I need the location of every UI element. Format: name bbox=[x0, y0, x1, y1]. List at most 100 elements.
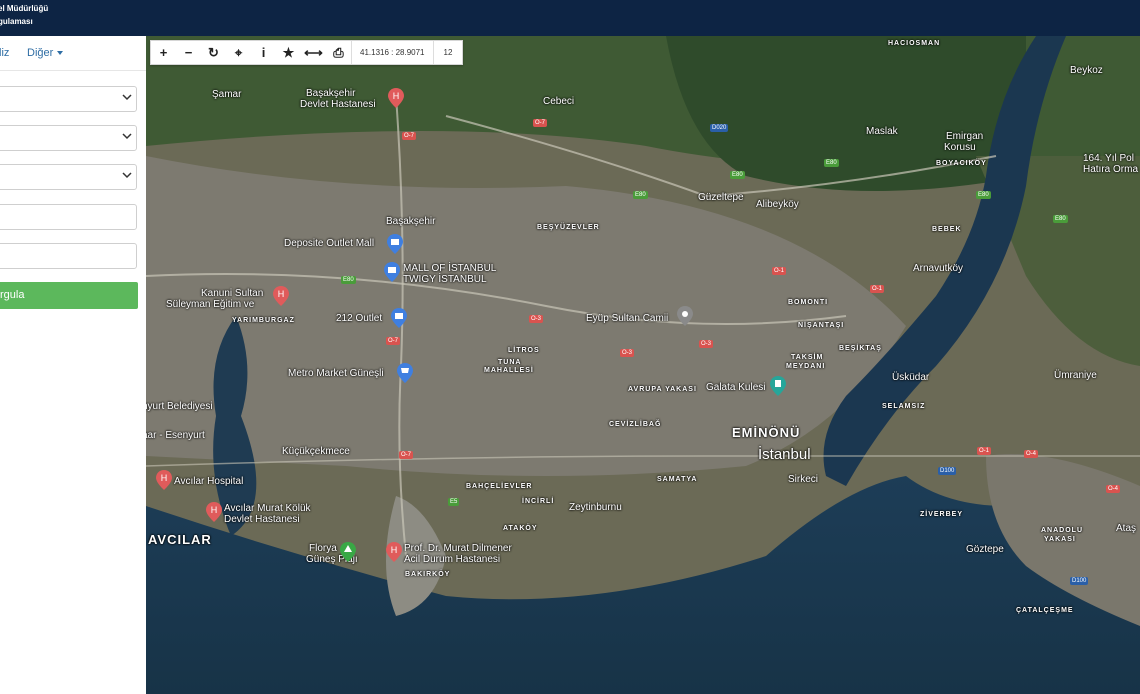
shopping-marker-icon[interactable] bbox=[391, 308, 407, 328]
shopping-marker-icon[interactable] bbox=[397, 363, 413, 383]
road-badge: E80 bbox=[730, 171, 745, 179]
hospital-marker-icon[interactable]: H bbox=[386, 542, 402, 562]
road-badge: O-7 bbox=[402, 132, 417, 140]
svg-text:H: H bbox=[161, 473, 168, 483]
map-label: Hatıra Orma bbox=[1083, 164, 1139, 175]
road-badge: O-4 bbox=[1106, 485, 1121, 493]
map-label: İstanbul bbox=[758, 446, 811, 463]
road-badge: D100 bbox=[938, 467, 957, 475]
map-label: Güzeltepe bbox=[698, 192, 744, 203]
map-label: Sirkeci bbox=[788, 474, 819, 485]
nav-item-diger[interactable]: Diğer bbox=[27, 47, 64, 59]
zoom-out-icon[interactable]: − bbox=[176, 41, 201, 64]
filter-select-2[interactable] bbox=[0, 125, 137, 151]
filter-input-2[interactable] bbox=[0, 243, 137, 269]
road-badge: E80 bbox=[633, 191, 648, 199]
map-label: TWIGY İSTANBUL bbox=[403, 274, 487, 285]
map-label: Devlet Hastanesi bbox=[300, 99, 376, 110]
road-badge: E80 bbox=[976, 191, 991, 199]
map-label: TAKSİM bbox=[791, 354, 824, 361]
coordinate-readout: 41.1316 : 28.9071 bbox=[351, 41, 433, 64]
map-label: Eyüp Sultan Camii bbox=[586, 313, 669, 324]
road-badge: E80 bbox=[824, 159, 839, 167]
star-icon[interactable]: ★ bbox=[276, 41, 301, 64]
top-header-bar: el Müdürlüğü gulaması bbox=[0, 0, 1140, 36]
map-label: Başakşehir bbox=[306, 88, 356, 99]
road-badge: O-3 bbox=[529, 315, 544, 323]
map-label: Maslak bbox=[866, 126, 898, 137]
map-label: İNCİRLİ bbox=[522, 498, 555, 505]
road-badge: O-7 bbox=[533, 119, 548, 127]
map-label: BEŞİKTAŞ bbox=[839, 345, 882, 352]
measure-icon[interactable]: ⟷ bbox=[301, 41, 326, 64]
info-icon[interactable]: i bbox=[251, 41, 276, 64]
map-label: LİTROS bbox=[508, 347, 540, 354]
zoom-level: 12 bbox=[432, 41, 463, 64]
hospital-marker-icon[interactable]: H bbox=[273, 286, 289, 306]
map-label: Korusu bbox=[944, 142, 976, 153]
road-badge: E80 bbox=[341, 276, 356, 284]
park-marker-icon[interactable] bbox=[340, 542, 356, 562]
map-label: HACIOSMAN bbox=[888, 40, 941, 47]
map-label: Ataş bbox=[1116, 523, 1137, 534]
shopping-marker-icon[interactable] bbox=[387, 234, 403, 254]
map-label: Küçükçekmece bbox=[282, 446, 350, 457]
chevron-down-icon bbox=[122, 172, 132, 179]
map-label: Cebeci bbox=[543, 96, 575, 107]
print-icon[interactable]: ⎙ bbox=[326, 41, 351, 64]
chevron-down-icon bbox=[122, 94, 132, 101]
zoom-in-icon[interactable]: + bbox=[151, 41, 176, 64]
map-label: 212 Outlet bbox=[336, 313, 383, 324]
road-badge: E80 bbox=[1053, 215, 1068, 223]
map-label: Devlet Hastanesi bbox=[224, 514, 300, 525]
map-label: MAHALLESİ bbox=[484, 367, 534, 374]
road-badge: O-3 bbox=[620, 349, 635, 357]
map-view[interactable]: + − ↻ ⌖ i ★ ⟷ ⎙ 41.1316 : 28.9071 12 Şam… bbox=[146, 36, 1140, 694]
map-label: Beykoz bbox=[1070, 65, 1103, 76]
nav-item-liz[interactable]: liz bbox=[0, 47, 9, 59]
map-label: AVRUPA YAKASI bbox=[628, 386, 697, 393]
filter-select-3[interactable] bbox=[0, 164, 137, 190]
mosque-marker-icon[interactable] bbox=[677, 306, 693, 326]
svg-text:H: H bbox=[278, 289, 285, 299]
map-label: EMİNÖNÜ bbox=[732, 425, 801, 440]
map-label: Zeytinburnu bbox=[569, 502, 622, 513]
map-label: BAHÇELİEVLER bbox=[466, 483, 533, 490]
road-badge: O-1 bbox=[870, 285, 885, 293]
hospital-marker-icon[interactable]: H bbox=[206, 502, 222, 522]
map-label: ATAKÖY bbox=[503, 525, 538, 532]
refresh-icon[interactable]: ↻ bbox=[201, 41, 226, 64]
map-label: MALL OF İSTANBUL bbox=[403, 263, 497, 274]
map-label: YARIMBURGAZ bbox=[232, 317, 295, 324]
locate-icon[interactable]: ⌖ bbox=[226, 41, 251, 64]
nav-item-diger-label: Diğer bbox=[27, 47, 54, 59]
sidebar-nav: liz Diğer bbox=[0, 36, 146, 71]
caret-down-icon bbox=[57, 51, 64, 56]
header-title-line2: gulaması bbox=[0, 17, 33, 26]
hospital-marker-icon[interactable]: H bbox=[156, 470, 172, 490]
chevron-down-icon bbox=[122, 133, 132, 140]
landmark-marker-icon[interactable] bbox=[770, 376, 786, 396]
filter-input-1[interactable] bbox=[0, 204, 137, 230]
road-badge: E5 bbox=[448, 498, 460, 506]
shopping-marker-icon[interactable] bbox=[384, 262, 400, 282]
map-label: Göztepe bbox=[966, 544, 1004, 555]
road-badge: O-7 bbox=[399, 451, 414, 459]
map-label: Prof. Dr. Murat Dilmener bbox=[404, 543, 512, 554]
sidebar: liz Diğer rgula bbox=[0, 36, 147, 694]
hospital-marker-icon[interactable]: H bbox=[388, 88, 404, 108]
map-label: ÇATALÇEŞME bbox=[1016, 607, 1074, 614]
svg-text:H: H bbox=[391, 545, 398, 555]
filter-select-1[interactable] bbox=[0, 86, 137, 112]
map-label: ANADOLU bbox=[1041, 527, 1083, 534]
map-label: Acil Durum Hastanesi bbox=[404, 554, 501, 565]
map-label: SAMATYA bbox=[657, 476, 698, 483]
map-label: CEVİZLİBAĞ bbox=[609, 421, 662, 428]
map-label: Şamar bbox=[212, 89, 242, 100]
map-label: Üsküdar bbox=[892, 372, 930, 383]
map-label: Süleyman Eğitim ve bbox=[166, 299, 255, 310]
map-label: SELAMSIZ bbox=[882, 403, 926, 410]
map-label: Kanuni Sultan bbox=[201, 288, 264, 299]
header-title-line1: el Müdürlüğü bbox=[0, 4, 49, 13]
query-button[interactable]: rgula bbox=[0, 282, 138, 309]
